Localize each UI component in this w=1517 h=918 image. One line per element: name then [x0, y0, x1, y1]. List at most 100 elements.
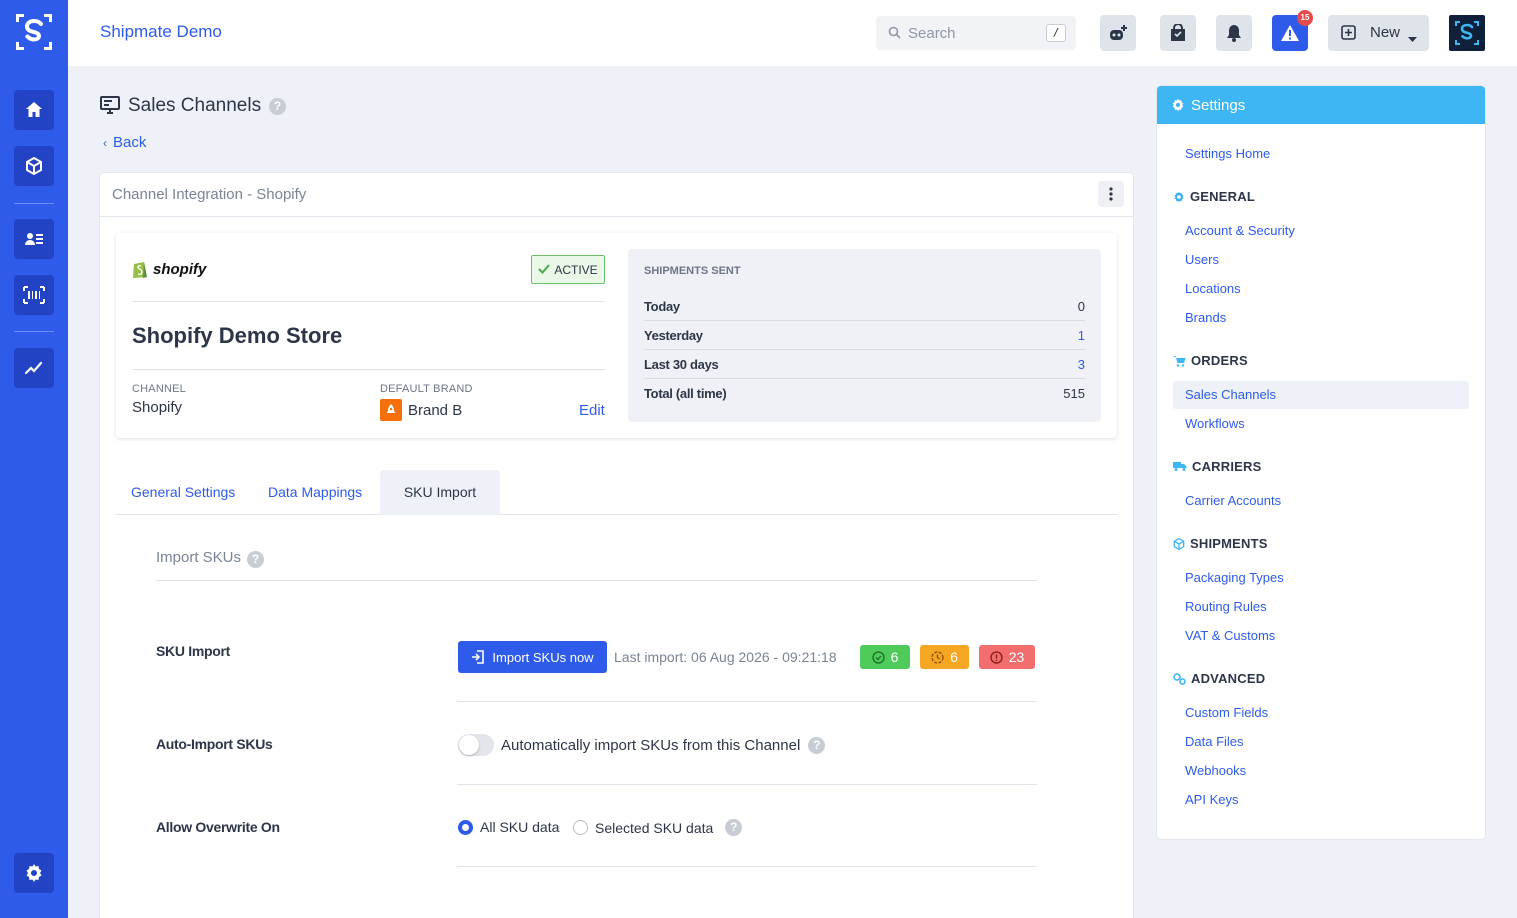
status-text: ACTIVE [554, 262, 598, 277]
auto-import-toggle[interactable] [458, 734, 494, 756]
radio-all-sku-data[interactable]: All SKU data [458, 819, 559, 835]
section-title: ORDERS [1191, 353, 1248, 368]
settings-link-webhooks[interactable]: Webhooks [1185, 763, 1246, 778]
monitor-icon [100, 95, 120, 117]
pending-count-badge[interactable]: 6 [920, 645, 969, 669]
bag-icon[interactable] [1160, 15, 1196, 51]
divider [132, 301, 605, 302]
settings-link-brands[interactable]: Brands [1185, 310, 1226, 325]
settings-section-general: GENERAL [1173, 189, 1255, 204]
package-icon[interactable] [14, 146, 54, 186]
help-icon[interactable]: ? [247, 551, 265, 568]
radio-selected-sku-data[interactable]: Selected SKU data ? [573, 819, 743, 836]
new-button[interactable]: New [1328, 15, 1429, 51]
settings-link-api-keys[interactable]: API Keys [1185, 792, 1238, 807]
settings-link-locations[interactable]: Locations [1185, 281, 1241, 296]
chevron-left-icon: ‹ [103, 136, 107, 150]
tab-sku-import[interactable]: SKU Import [380, 470, 500, 515]
settings-link-sales-channels[interactable]: Sales Channels [1185, 387, 1276, 402]
back-link[interactable]: ‹ Back [103, 134, 146, 151]
contacts-icon[interactable] [14, 219, 54, 259]
settings-link-workflows[interactable]: Workflows [1185, 416, 1245, 431]
kebab-icon[interactable] [1098, 181, 1124, 207]
channel-label: CHANNEL [132, 383, 186, 395]
alert-count-badge: 15 [1297, 10, 1313, 26]
import-skus-button[interactable]: Import SKUs now [458, 641, 607, 673]
import-skus-header: Import SKUs ? [156, 549, 1037, 581]
section-title: ADVANCED [1191, 671, 1266, 686]
success-count-badge[interactable]: 6 [860, 645, 910, 669]
top-bar: Shipmate Demo Search / 15 New [68, 0, 1517, 66]
settings-link-routing-rules[interactable]: Routing Rules [1185, 599, 1267, 614]
settings-link-custom-fields[interactable]: Custom Fields [1185, 705, 1268, 720]
section-title: Import SKUs [156, 549, 242, 566]
cube-icon [1173, 537, 1185, 550]
divider [457, 866, 1037, 867]
gear-icon [1171, 98, 1185, 112]
settings-link-vat-customs[interactable]: VAT & Customs [1185, 628, 1275, 643]
robot-icon[interactable] [1100, 15, 1136, 51]
stat-label: Total (all time) [644, 386, 727, 401]
search-placeholder: Search [908, 25, 956, 42]
store-summary-card: shopify ACTIVE Shopify Demo Store CHANNE… [116, 233, 1117, 438]
tab-bar: General Settings Data Mappings SKU Impor… [115, 470, 1118, 515]
default-brand: Brand B [380, 399, 462, 421]
rail-divider [14, 331, 54, 332]
channel-integration-card: Channel Integration - Shopify shopify AC… [100, 173, 1133, 918]
stat-value-link[interactable]: 1 [1078, 328, 1085, 343]
error-count-badge[interactable]: 23 [979, 645, 1035, 669]
pending-count: 6 [950, 649, 958, 665]
search-icon [888, 26, 901, 42]
gear-icon [1173, 191, 1185, 203]
channel-value: Shopify [132, 399, 183, 416]
shipment-stat-row: Last 30 days 3 [644, 350, 1085, 379]
card-title: Channel Integration - Shopify [112, 186, 307, 203]
settings-link-data-files[interactable]: Data Files [1185, 734, 1244, 749]
section-title: CARRIERS [1192, 459, 1262, 474]
sku-import-label: SKU Import [156, 643, 231, 659]
edit-brand-link[interactable]: Edit [579, 402, 605, 419]
chart-icon[interactable] [14, 348, 54, 388]
settings-link-users[interactable]: Users [1185, 252, 1219, 267]
shipments-sent-panel: SHIPMENTS SENT Today 0 Yesterday 1 Last … [628, 249, 1101, 422]
last-import-text: Last import: 06 Aug 2026 - 09:21:18 [614, 649, 837, 665]
settings-home-link[interactable]: Settings Home [1185, 146, 1270, 161]
home-icon[interactable] [14, 90, 54, 130]
stat-value: 0 [1077, 299, 1085, 314]
logo-icon[interactable] [14, 12, 54, 52]
search-input[interactable]: Search / [876, 16, 1076, 50]
store-name: Shopify Demo Store [132, 323, 343, 348]
auto-import-description: Automatically import SKUs from this Chan… [501, 737, 826, 754]
settings-section-carriers: CARRIERS [1173, 459, 1262, 474]
check-icon [538, 263, 551, 277]
default-brand-label: DEFAULT BRAND [380, 383, 473, 395]
shipment-stat-row: Total (all time) 515 [644, 379, 1085, 408]
stat-value-link[interactable]: 3 [1078, 357, 1085, 372]
barcode-icon[interactable] [14, 275, 54, 315]
page-title: Sales Channels [128, 95, 262, 116]
settings-title: Settings [1191, 96, 1246, 114]
search-shortcut-key: / [1046, 24, 1066, 42]
tab-general-settings[interactable]: General Settings [115, 470, 251, 515]
stat-label: Last 30 days [644, 357, 719, 372]
settings-link-packaging-types[interactable]: Packaging Types [1185, 570, 1284, 585]
avatar[interactable] [1449, 15, 1485, 51]
card-header: Channel Integration - Shopify [100, 173, 1133, 217]
help-icon[interactable]: ? [269, 97, 287, 115]
radio-label: All SKU data [480, 819, 560, 835]
cart-icon [1173, 355, 1186, 367]
error-icon [990, 650, 1003, 664]
rail-divider [14, 203, 54, 204]
gear-icon[interactable] [14, 853, 54, 893]
help-icon[interactable]: ? [725, 819, 743, 836]
error-count: 23 [1008, 649, 1025, 665]
app-title[interactable]: Shipmate Demo [100, 22, 222, 42]
tab-data-mappings[interactable]: Data Mappings [252, 470, 378, 515]
settings-link-carrier-accounts[interactable]: Carrier Accounts [1185, 493, 1281, 508]
bell-icon[interactable] [1216, 15, 1252, 51]
help-icon[interactable]: ? [808, 737, 826, 754]
brand-logo-icon [380, 399, 402, 421]
page-header: Sales Channels ? [100, 95, 287, 117]
settings-link-account-security[interactable]: Account & Security [1185, 223, 1295, 238]
settings-header: Settings [1157, 86, 1485, 124]
